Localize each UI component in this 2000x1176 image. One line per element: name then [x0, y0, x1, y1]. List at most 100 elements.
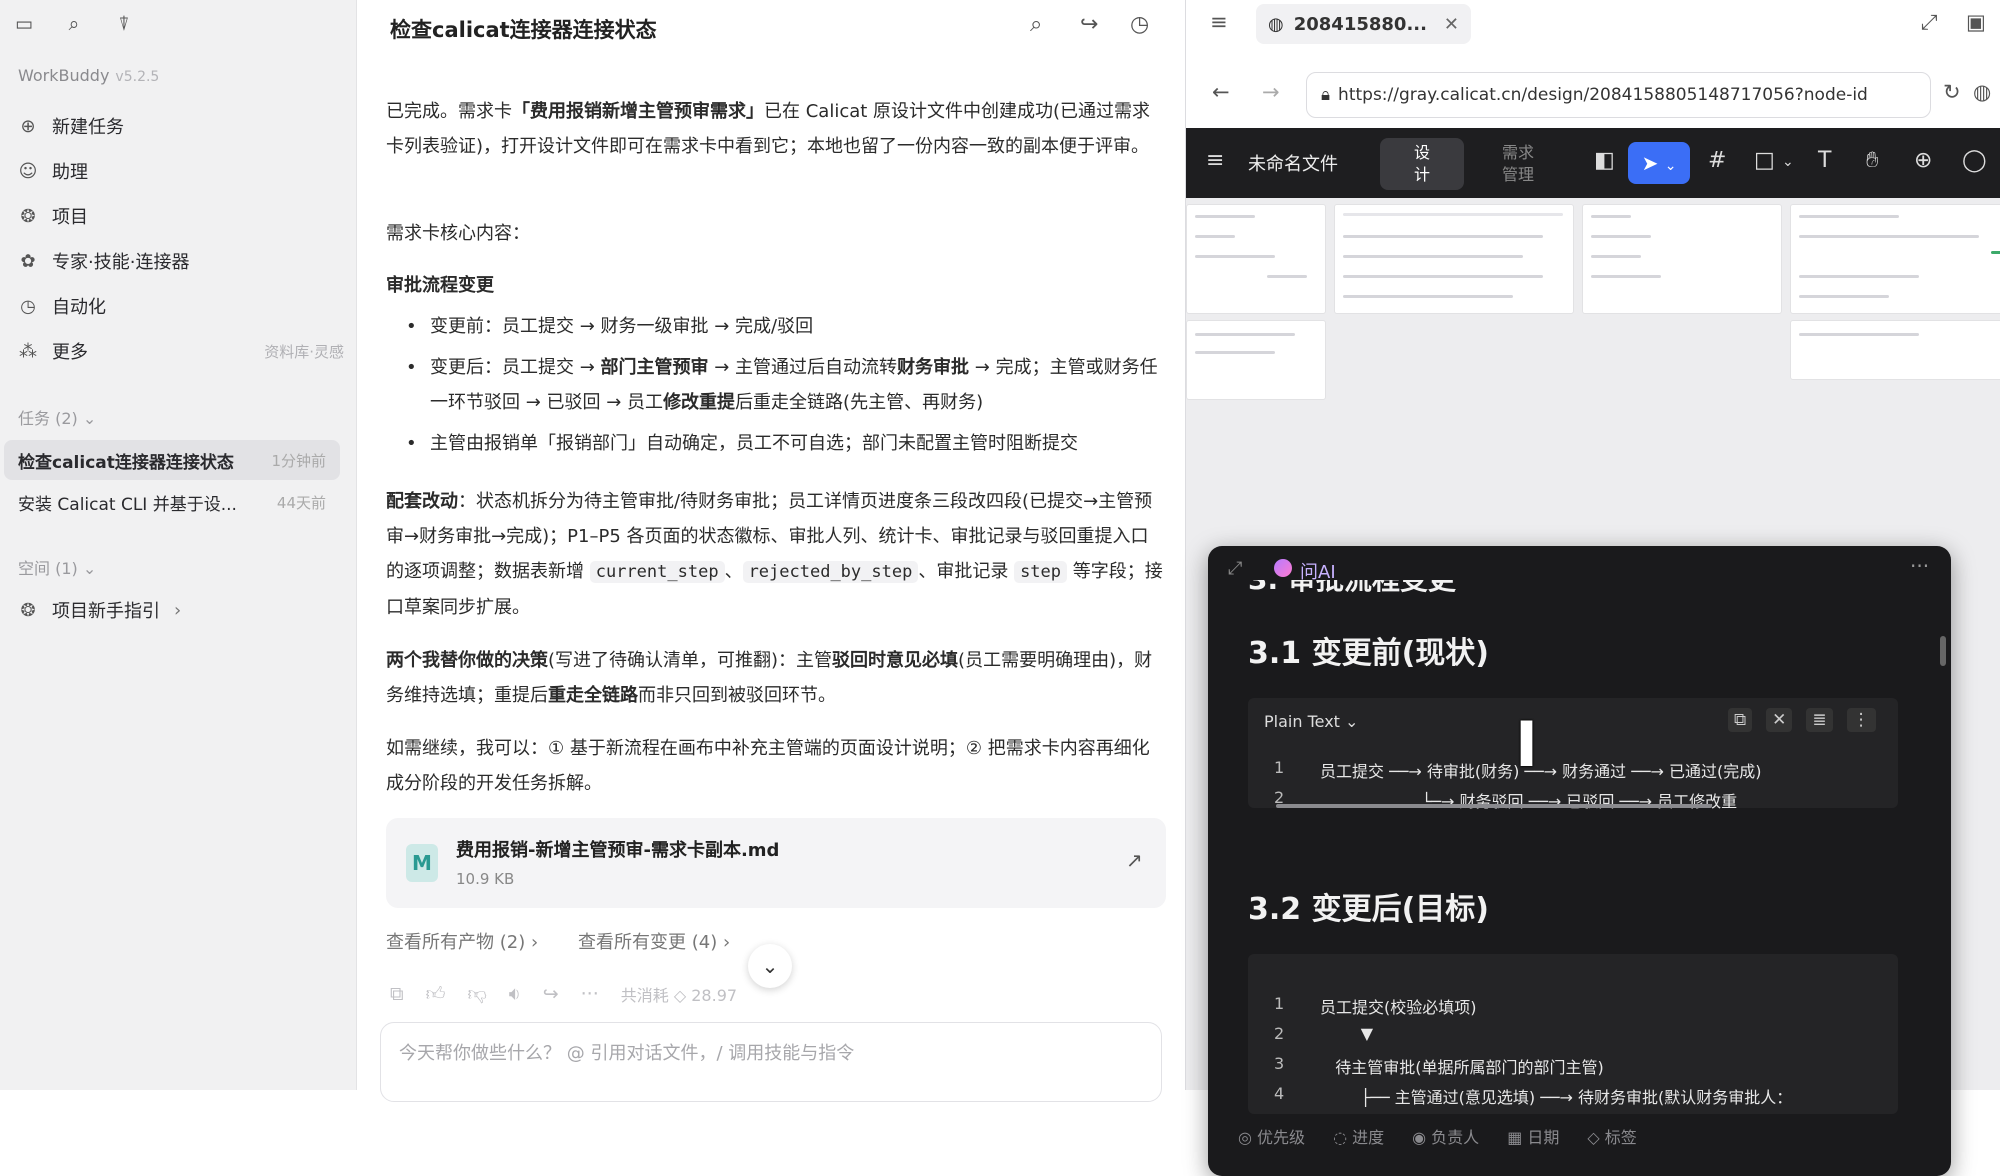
browser-tab[interactable]: ◍ 208415880... ✕ — [1256, 4, 1471, 44]
canvas-frame[interactable] — [1186, 320, 1326, 400]
thumbs-up-icon[interactable]: 👍︎ — [426, 983, 446, 1006]
menu-icon[interactable]: ≡ — [1206, 148, 1224, 173]
wrap-icon[interactable]: ≣ — [1806, 708, 1833, 732]
reload-icon[interactable]: ↻ — [1943, 80, 1961, 104]
tag-field[interactable]: ◇ 标签 — [1587, 1124, 1636, 1148]
frame-icon[interactable]: # — [1708, 148, 1726, 173]
horizontal-scrollbar[interactable] — [1276, 804, 1712, 808]
more-icon[interactable]: ··· — [581, 983, 599, 1005]
search-icon[interactable]: ⌕ — [62, 12, 86, 36]
nav-project[interactable]: ❂ 项目 — [14, 196, 344, 236]
tasks-header[interactable]: 任务 (2) ⌄ — [18, 405, 96, 429]
thumbs-down-icon[interactable]: 👎︎ — [467, 983, 486, 1006]
text: 后重走全链路(先主管、再财务) — [735, 392, 984, 413]
close-icon[interactable]: ✕ — [1444, 14, 1459, 35]
file-card[interactable]: M 费用报销-新增主管预审-需求卡副本.md 10.9 KB ↗ — [386, 818, 1166, 908]
canvas-frame[interactable] — [1790, 204, 2000, 314]
plugin-icon[interactable]: ⊕ — [1914, 148, 1932, 173]
code-line: 员工提交 ──→ 待审批(财务) ──→ 财务通过 ──→ 已通过(完成) — [1320, 762, 1762, 781]
chat-input[interactable]: 今天帮你做些什么？ @ 引用对话文件，/ 调用技能与指令 — [380, 1022, 1162, 1102]
more-icon[interactable]: ··· — [1910, 554, 1929, 578]
inline-code: current_step — [589, 561, 725, 583]
canvas-frame[interactable] — [1186, 204, 1326, 314]
panel-icon[interactable]: ◧ — [1594, 148, 1615, 173]
footer-label: 日期 — [1527, 1128, 1560, 1147]
address-bar[interactable]: 🔒︎ https://gray.calicat.cn/design/2084158… — [1306, 72, 1931, 118]
chevron-down-icon: ⌄ — [82, 409, 97, 428]
scroll-down-button[interactable]: ⌄ — [748, 944, 792, 988]
footer-label: 标签 — [1604, 1128, 1637, 1147]
chevron-down-icon[interactable]: ⌄ — [1782, 154, 1794, 170]
open-external-icon[interactable]: ↗ — [1126, 848, 1143, 872]
space-item[interactable]: ❂ 项目新手指引 › — [14, 590, 344, 630]
nav-new-task[interactable]: ⊕ 新建任务 — [14, 106, 344, 146]
view-changes-link[interactable]: 查看所有变更 (4) › — [578, 928, 730, 954]
brand-name: WorkBuddy — [18, 66, 110, 85]
mode-requirements-button[interactable]: 需求管理 — [1476, 138, 1560, 190]
forward-icon[interactable]: → — [1262, 80, 1280, 104]
space-header[interactable]: 空间 (1) ⌄ — [18, 555, 96, 579]
assignee-field[interactable]: ◉ 负责人 — [1412, 1124, 1479, 1148]
mode-design-button[interactable]: 设计 — [1380, 138, 1464, 190]
brand-version: v5.2.5 — [115, 69, 160, 85]
share-icon[interactable]: ↪ — [1080, 12, 1098, 37]
text: → 主管通过后自动流转 — [708, 357, 898, 378]
nav-more-extra: 资料库·灵感 — [264, 342, 344, 361]
chevron-right-icon: › — [530, 932, 539, 953]
nav-automation[interactable]: ◷ 自动化 — [14, 286, 344, 326]
list-item: 变更前：员工提交 → 财务一级审批 → 完成/驳回 — [398, 309, 1158, 344]
toggle-sidebar-icon[interactable]: ▭ — [12, 12, 36, 36]
design-canvas[interactable]: ⤢ 问AI ··· 3. 审批流程变更 3.1 变更前(现状) Plain Te… — [1186, 198, 2000, 1176]
back-icon[interactable]: ← — [1212, 80, 1230, 104]
link-label: 查看所有变更 (4) — [578, 932, 718, 953]
text-tool-icon[interactable]: T — [1818, 148, 1831, 173]
nav-label: 新建任务 — [52, 117, 124, 138]
canvas-frame[interactable] — [1582, 204, 1782, 314]
nav-experts[interactable]: ✿ 专家·技能·连接器 — [14, 241, 344, 281]
expand-icon[interactable]: ⤢ — [1921, 10, 1938, 35]
vertical-scrollbar[interactable] — [1940, 636, 1946, 666]
file-name[interactable]: 未命名文件 — [1248, 150, 1338, 176]
globe-icon[interactable]: ◍ — [1973, 80, 1991, 104]
code-lang-select[interactable]: Plain Text ⌄ — [1264, 712, 1358, 731]
search-icon[interactable]: ⌕ — [1030, 12, 1042, 37]
hand-icon[interactable]: ✋︎ — [1866, 148, 1879, 173]
priority-field[interactable]: ◎ 优先级 — [1238, 1124, 1305, 1148]
space-item-label: 项目新手指引 — [52, 601, 160, 622]
comment-icon[interactable]: ◯ — [1962, 148, 1987, 173]
menu-icon[interactable]: ≡ — [1210, 10, 1228, 34]
copy-icon[interactable]: ⧉ — [1728, 708, 1753, 732]
nav-assistant[interactable]: ☺ 助理 — [14, 151, 344, 191]
collapse-icon[interactable]: ✕ — [1766, 708, 1793, 732]
filter-icon[interactable]: ⍒ — [112, 12, 136, 36]
clock-icon: ◷ — [20, 295, 36, 317]
sidebar-icon[interactable]: ▣ — [1966, 10, 1986, 34]
text-bold: 「费用报销新增主管预审需求」 — [512, 101, 764, 122]
sidebar: ▭ ⌕ ⍒ WorkBuddy v5.2.5 ⊕ 新建任务 ☺ 助理 ❂ 项目 ✿ 专家·… — [0, 0, 357, 1090]
text: (写进了待确认清单，可推翻)：主管 — [548, 650, 833, 671]
task-item[interactable]: 安装 Calicat CLI 并基于设... 44天前 — [4, 482, 340, 522]
view-artifacts-link[interactable]: 查看所有产物 (2) › — [386, 928, 538, 954]
history-icon[interactable]: ◷ — [1130, 12, 1149, 37]
shape-icon[interactable]: □ — [1754, 148, 1775, 173]
speaker-icon[interactable]: 🔉︎ — [509, 983, 521, 1005]
date-field[interactable]: ▦ 日期 — [1507, 1124, 1559, 1148]
expand-icon[interactable]: ⤢ — [1228, 558, 1242, 579]
more-icon[interactable]: ⋮ — [1846, 708, 1876, 732]
text-bold: 驳回时意见必填 — [832, 650, 959, 671]
select-tool-button[interactable]: ➤ ⌄ — [1628, 142, 1690, 184]
mode-label: 设计 — [1413, 143, 1430, 184]
nav-more[interactable]: ⁂ 更多 资料库·灵感 — [14, 331, 344, 371]
tab-title: 208415880... — [1293, 13, 1427, 35]
message-paragraph: 如需继续，我可以：① 基于新流程在画布中补充主管端的页面设计说明；② 把需求卡内… — [386, 738, 1150, 794]
share-icon[interactable]: ↪ — [543, 983, 559, 1005]
text-bold: 修改重提 — [663, 392, 736, 413]
progress-field[interactable]: ◌ 进度 — [1333, 1124, 1384, 1148]
canvas-frame[interactable] — [1334, 204, 1574, 314]
mode-label: 需求管理 — [1501, 143, 1534, 184]
canvas-frame[interactable] — [1790, 320, 2000, 380]
task-time: 1分钟前 — [271, 451, 326, 470]
task-item[interactable]: 检查calicat连接器连接状态 1分钟前 — [4, 440, 340, 480]
url-text: https://gray.calicat.cn/design/208415880… — [1338, 85, 1868, 105]
copy-icon[interactable]: ⧉ — [390, 983, 404, 1005]
